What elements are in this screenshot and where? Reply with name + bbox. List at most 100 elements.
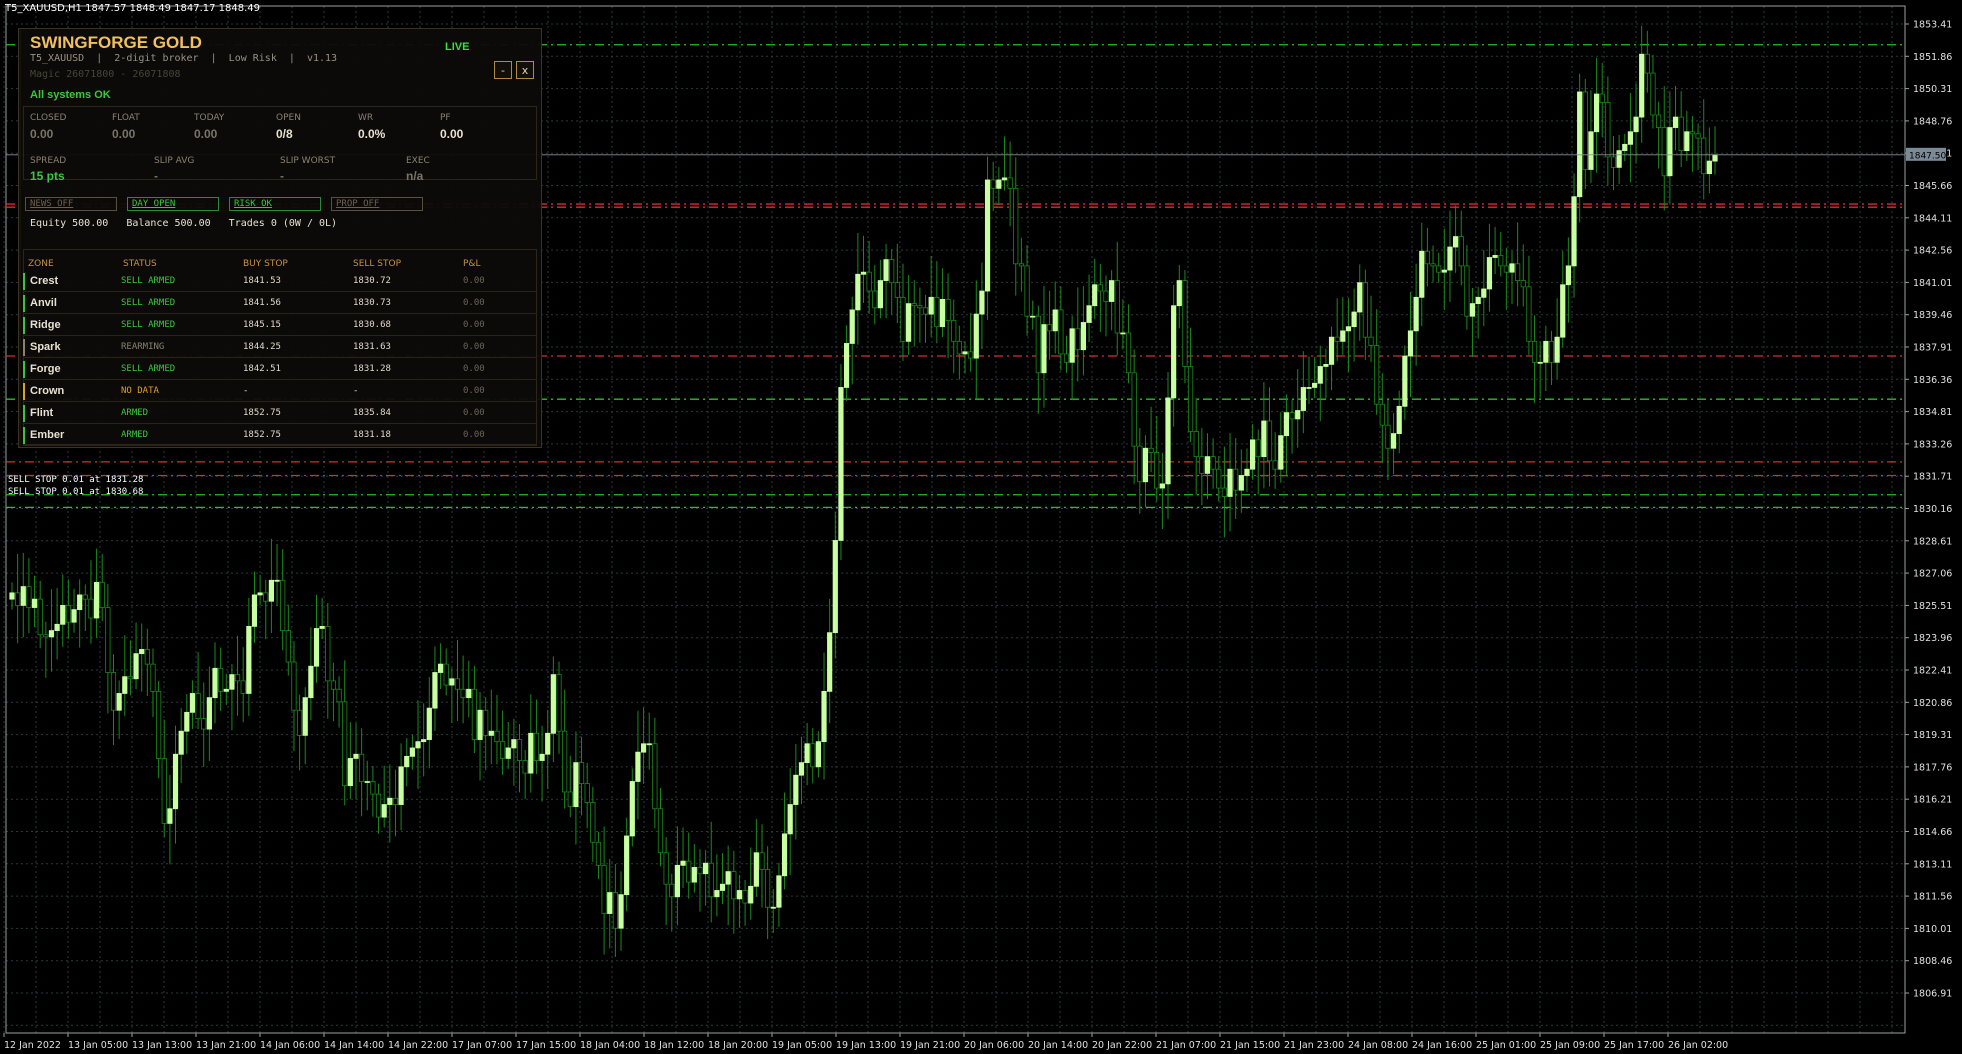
candle-body: [1317, 366, 1323, 384]
candle-body: [1672, 116, 1679, 128]
candle-body: [206, 697, 212, 730]
candle-body: [1526, 286, 1532, 342]
chart-symbol-header: T5_XAUUSD,H1 1847.57 1848.49 1847.17 184…: [5, 3, 261, 14]
stats-section: CLOSED 0.00 FLOAT 0.00 TODAY 0.00 OPEN 0…: [23, 106, 537, 183]
candle-body: [505, 747, 511, 759]
candle-body: [48, 630, 55, 638]
candle-body: [9, 592, 15, 600]
candle-body: [1385, 424, 1391, 449]
price-tick-label: 1848.76: [1913, 116, 1952, 127]
exec-label: EXEC: [406, 156, 430, 166]
candle-body: [990, 179, 996, 189]
candle-body: [1605, 102, 1611, 158]
candle-body: [133, 653, 139, 680]
candle-body: [99, 581, 105, 608]
zone-status: ARMED: [121, 430, 149, 440]
stat-label: TODAY: [194, 113, 225, 123]
candle-body: [15, 592, 21, 606]
price-tick-label: 1842.56: [1913, 246, 1952, 257]
candle-body: [1334, 336, 1340, 342]
candle-body: [116, 693, 122, 711]
candle-body: [1013, 187, 1019, 265]
time-tick-label: 18 Jan 04:00: [580, 1040, 640, 1051]
candle-body: [31, 598, 38, 608]
candle-body: [1667, 127, 1673, 177]
zone-row: Ember ARMED 1852.75 1831.18 0.00: [23, 425, 537, 446]
candle-body: [1469, 303, 1476, 317]
candle-body: [550, 674, 556, 734]
time-tick-label: 18 Jan 20:00: [708, 1040, 768, 1051]
zone-buy-stop: 1841.53: [243, 276, 281, 286]
candle-body: [1187, 366, 1194, 432]
candle-body: [280, 579, 286, 631]
candle-body: [1069, 328, 1075, 363]
candle-body: [364, 781, 370, 783]
candle-body: [1362, 282, 1368, 338]
candle-body: [1571, 196, 1577, 267]
candle-body: [1509, 263, 1515, 273]
candle-body: [1577, 91, 1583, 198]
candle-body: [454, 678, 461, 690]
candle-body: [984, 179, 991, 292]
candle-body: [1204, 456, 1211, 474]
candle-body: [1374, 345, 1380, 405]
zone-name: Anvil: [30, 297, 57, 309]
candle-body: [595, 841, 602, 866]
news-filter-toggle[interactable]: NEWS OFF: [25, 197, 117, 211]
prop-toggle[interactable]: PROP OFF: [331, 197, 423, 211]
candle-body: [703, 862, 709, 875]
candle-body: [43, 634, 49, 638]
candle-body: [889, 259, 895, 284]
time-tick-label: 20 Jan 22:00: [1092, 1040, 1152, 1051]
candle-body: [178, 730, 184, 755]
candle-body: [640, 743, 647, 753]
time-tick-label: 19 Jan 05:00: [772, 1040, 832, 1051]
exec-value: -: [154, 169, 158, 183]
candle-body: [1097, 284, 1103, 292]
ea-dashboard-panel: SWINGFORGE GOLD LIVE T5_XAUUSD | 2-digit…: [18, 28, 542, 448]
candle-body: [1120, 332, 1126, 335]
candle-body: [584, 783, 590, 803]
candle-body: [1464, 265, 1470, 317]
zone-row: Ridge SELL ARMED 1845.15 1830.68 0.00: [23, 315, 537, 336]
time-tick-label: 25 Jan 17:00: [1604, 1040, 1664, 1051]
stat-label: OPEN: [276, 113, 301, 123]
candle-body: [144, 649, 150, 665]
candle-body: [308, 665, 314, 699]
zone-status-bar: [23, 317, 25, 334]
candle-body: [1154, 452, 1160, 489]
zone-name: Forge: [30, 363, 61, 375]
candle-body: [1712, 154, 1718, 162]
col-header-status: STATUS: [123, 259, 157, 269]
time-tick-label: 17 Jan 15:00: [516, 1040, 576, 1051]
zone-status: ARMED: [121, 408, 149, 418]
candle-body: [189, 693, 196, 713]
candle-body: [71, 609, 77, 623]
candle-body: [770, 906, 776, 909]
candle-body: [404, 755, 410, 768]
candle-body: [996, 179, 1002, 189]
risk-toggle[interactable]: RISK OK: [229, 197, 321, 211]
col-header-buy-stop: BUY STOP: [243, 259, 288, 269]
time-tick-label: 21 Jan 23:00: [1284, 1040, 1344, 1051]
candle-body: [1678, 116, 1684, 152]
candle-body: [533, 732, 540, 761]
day-open-toggle[interactable]: DAY OPEN: [127, 197, 219, 211]
candle-body: [979, 290, 985, 315]
zone-pl: 0.00: [463, 430, 485, 440]
zone-name: Flint: [30, 407, 54, 419]
candle-body: [263, 592, 269, 602]
price-tick-label: 1844.11: [1913, 213, 1952, 224]
candle-body: [652, 743, 658, 810]
candle-body: [663, 852, 669, 885]
candle-body: [398, 766, 404, 805]
zone-name: Ember: [30, 429, 65, 441]
close-button[interactable]: x: [516, 61, 534, 79]
candle-body: [471, 688, 478, 740]
candle-body: [1328, 336, 1335, 365]
time-tick-label: 18 Jan 12:00: [644, 1040, 704, 1051]
zone-status: REARMING: [121, 342, 165, 352]
candle-body: [607, 892, 613, 914]
zone-status-bar: [23, 339, 25, 356]
minimize-button[interactable]: -: [494, 61, 512, 79]
